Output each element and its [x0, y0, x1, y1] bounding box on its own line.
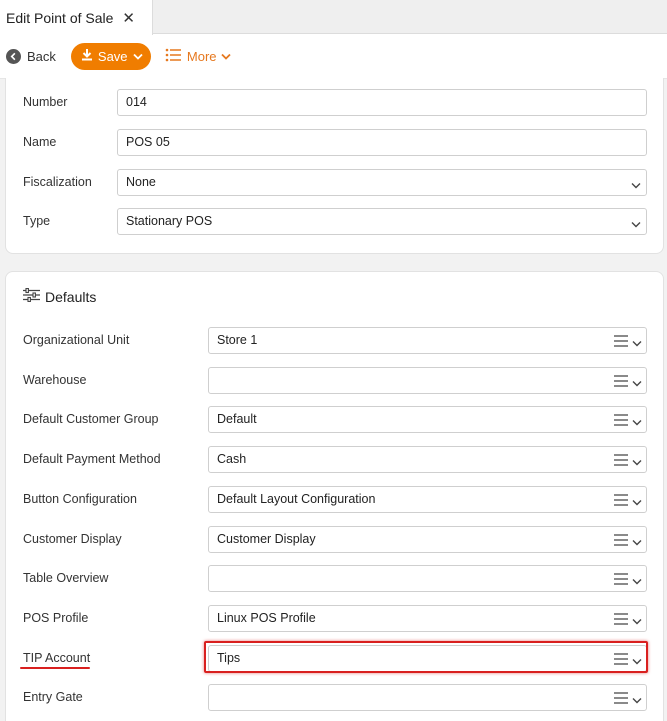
- table-overview-row: Table Overview: [6, 564, 663, 592]
- default-customer-group-value: Default: [217, 412, 257, 426]
- chevron-down-icon: [132, 53, 143, 60]
- customer-display-row: Customer Display Customer Display: [6, 525, 663, 553]
- number-row: Number 014: [6, 88, 663, 116]
- name-label: Name: [23, 135, 57, 149]
- number-label: Number: [23, 95, 68, 109]
- list-icon[interactable]: [614, 612, 628, 628]
- pos-profile-value: Linux POS Profile: [217, 611, 316, 625]
- list-icon[interactable]: [614, 652, 628, 668]
- back-label: Back: [27, 48, 56, 64]
- fiscalization-select[interactable]: None: [117, 168, 647, 196]
- button-configuration-label: Button Configuration: [23, 492, 137, 506]
- warehouse-label: Warehouse: [23, 373, 87, 387]
- chevron-down-icon[interactable]: [632, 495, 642, 509]
- warehouse-row: Warehouse: [6, 366, 663, 394]
- customer-display-label: Customer Display: [23, 532, 122, 546]
- chevron-down-icon: [631, 217, 641, 231]
- section-title: Defaults: [45, 288, 97, 305]
- chevron-down-icon[interactable]: [632, 415, 642, 429]
- button-configuration-row: Button Configuration Default Layout Confi…: [6, 485, 663, 513]
- arrow-left-icon: [6, 48, 21, 64]
- tip-account-underline: [20, 667, 90, 669]
- list-icon[interactable]: [614, 453, 628, 469]
- organizational-unit-lookup[interactable]: Store 1: [208, 326, 647, 354]
- chevron-down-icon[interactable]: [632, 654, 642, 668]
- number-value: 014: [126, 95, 147, 109]
- save-button[interactable]: Save: [70, 42, 151, 70]
- default-payment-method-row: Default Payment Method Cash: [6, 445, 663, 473]
- default-payment-method-value: Cash: [217, 452, 247, 466]
- chevron-down-icon[interactable]: [632, 535, 642, 549]
- close-icon[interactable]: ✕: [122, 9, 135, 27]
- list-icon[interactable]: [614, 413, 628, 429]
- fiscalization-label: Fiscalization: [23, 175, 92, 189]
- chevron-down-icon[interactable]: [632, 693, 642, 707]
- default-customer-group-label: Default Customer Group: [23, 412, 159, 426]
- default-customer-group-row: Default Customer Group Default: [6, 405, 663, 433]
- toolbar: Back Save More: [0, 34, 667, 79]
- list-icon[interactable]: [614, 493, 628, 509]
- list-icon[interactable]: [614, 691, 628, 707]
- default-payment-method-lookup[interactable]: Cash: [208, 445, 647, 473]
- entry-gate-row: Entry Gate: [6, 683, 663, 711]
- name-row: Name POS 05: [6, 128, 663, 156]
- list-icon[interactable]: [614, 533, 628, 549]
- defaults-card: Defaults Organizational Unit Store 1 Wareh…: [5, 271, 664, 721]
- tab-edit-point-of-sale[interactable]: Edit Point of Sale ✕: [0, 0, 153, 35]
- type-value: Stationary POS: [126, 214, 213, 228]
- chevron-down-icon[interactable]: [632, 336, 642, 350]
- defaults-header: Defaults: [23, 287, 97, 305]
- chevron-down-icon[interactable]: [632, 614, 642, 628]
- pos-profile-lookup[interactable]: Linux POS Profile: [208, 604, 647, 632]
- list-icon[interactable]: [614, 334, 628, 350]
- customer-display-value: Customer Display: [217, 532, 316, 546]
- pos-profile-label: POS Profile: [23, 611, 89, 625]
- more-button[interactable]: More: [165, 48, 231, 65]
- tab-title: Edit Point of Sale: [6, 9, 114, 26]
- tip-account-value: Tips: [217, 651, 241, 665]
- default-payment-method-label: Default Payment Method: [23, 452, 161, 466]
- list-icon[interactable]: [614, 374, 628, 390]
- chevron-down-icon: [220, 53, 231, 60]
- tab-bar: Edit Point of Sale ✕: [0, 0, 667, 35]
- default-customer-group-lookup[interactable]: Default: [208, 405, 647, 433]
- back-button[interactable]: Back: [6, 48, 56, 64]
- table-overview-lookup[interactable]: [208, 564, 647, 592]
- list-icon: [165, 48, 182, 65]
- chevron-down-icon[interactable]: [632, 376, 642, 390]
- number-input[interactable]: 014: [117, 88, 647, 116]
- name-value: POS 05: [126, 135, 170, 149]
- tip-account-label: TIP Account: [23, 651, 91, 665]
- download-icon: [81, 48, 93, 64]
- general-card: Number 014 Name POS 05 Fiscalization Non…: [5, 78, 664, 254]
- save-label: Save: [97, 48, 128, 64]
- type-row: Type Stationary POS: [6, 207, 663, 235]
- list-icon[interactable]: [614, 572, 628, 588]
- name-input[interactable]: POS 05: [117, 128, 647, 156]
- more-label: More: [186, 48, 217, 64]
- fiscalization-row: Fiscalization None: [6, 168, 663, 196]
- type-label: Type: [23, 214, 51, 228]
- sliders-icon: [23, 287, 40, 305]
- entry-gate-label: Entry Gate: [23, 690, 83, 704]
- table-overview-label: Table Overview: [23, 571, 109, 585]
- button-configuration-lookup[interactable]: Default Layout Configuration: [208, 485, 647, 513]
- chevron-down-icon[interactable]: [632, 574, 642, 588]
- type-select[interactable]: Stationary POS: [117, 207, 647, 235]
- organizational-unit-label: Organizational Unit: [23, 333, 130, 347]
- button-configuration-value: Default Layout Configuration: [217, 492, 376, 506]
- customer-display-lookup[interactable]: Customer Display: [208, 525, 647, 553]
- chevron-down-icon: [631, 178, 641, 192]
- organizational-unit-row: Organizational Unit Store 1: [6, 326, 663, 354]
- organizational-unit-value: Store 1: [217, 333, 258, 347]
- entry-gate-lookup[interactable]: [208, 683, 647, 711]
- tip-account-row: TIP Account Tips: [6, 644, 663, 672]
- warehouse-lookup[interactable]: [208, 366, 647, 394]
- pos-profile-row: POS Profile Linux POS Profile: [6, 604, 663, 632]
- fiscalization-value: None: [126, 175, 156, 189]
- tip-account-lookup[interactable]: Tips: [208, 644, 647, 672]
- chevron-down-icon[interactable]: [632, 455, 642, 469]
